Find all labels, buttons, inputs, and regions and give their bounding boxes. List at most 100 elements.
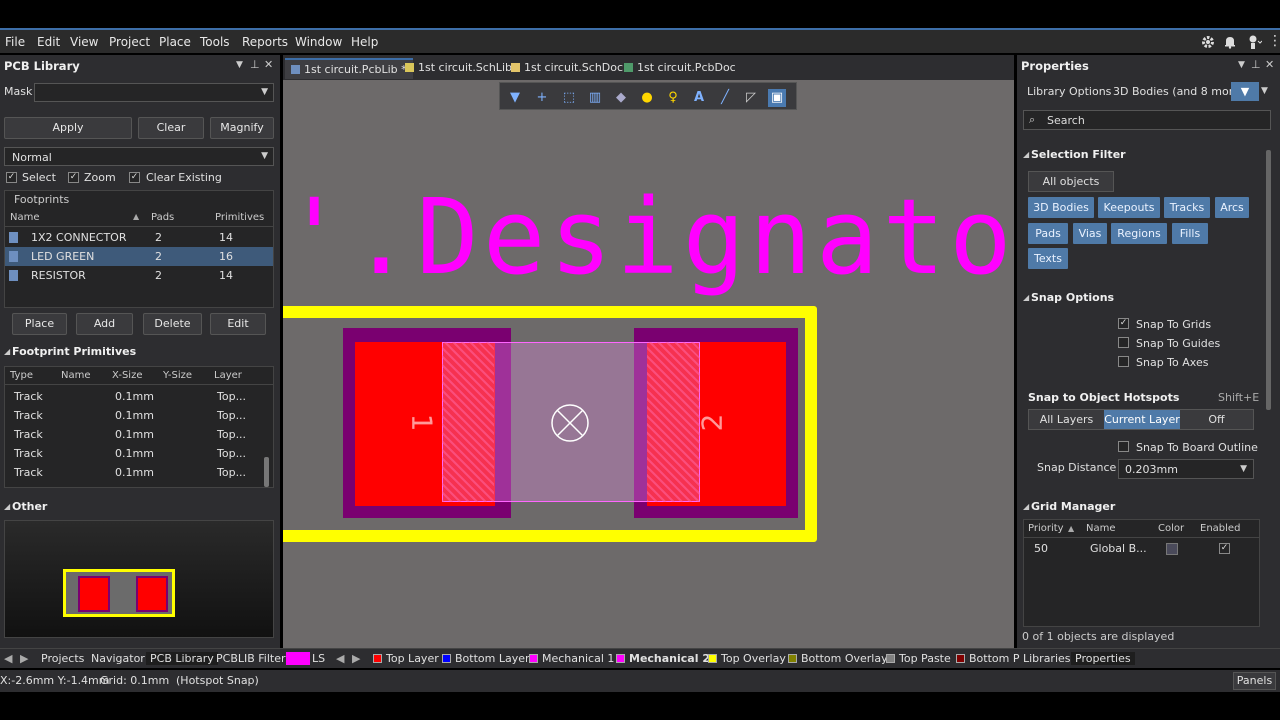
grid-row[interactable]: 50 Global B... ✓ — [1024, 539, 1259, 558]
mode-select[interactable]: Normal ▼ — [4, 147, 274, 166]
col-pads[interactable]: Pads — [151, 212, 174, 223]
menu-reports[interactable]: Reports — [242, 35, 288, 49]
menu-place[interactable]: Place — [159, 35, 191, 49]
menu-edit[interactable]: Edit — [37, 35, 60, 49]
pin-icon[interactable]: ⊥ — [1251, 58, 1261, 71]
tab-projects[interactable]: Projects — [41, 652, 84, 665]
filter-pads[interactable]: Pads — [1028, 223, 1068, 244]
tab-pcb-library[interactable]: PCB Library — [146, 652, 218, 665]
collapse-icon[interactable]: ◢ — [1023, 150, 1029, 159]
pad-icon[interactable]: ● — [638, 89, 656, 107]
col-name[interactable]: Name — [10, 212, 40, 223]
line-icon[interactable]: ╱ — [716, 89, 734, 107]
align-icon[interactable]: ▥ — [586, 89, 604, 107]
track-icon[interactable]: ◆ — [612, 89, 630, 107]
snap-board-outline-checkbox[interactable] — [1118, 441, 1129, 452]
zoom-checkbox[interactable]: ✓ — [68, 172, 79, 183]
filter-3d-bodies[interactable]: 3D Bodies — [1028, 197, 1094, 218]
snap-distance-select[interactable]: 0.203mm ▼ — [1118, 459, 1254, 479]
collapse-icon[interactable]: ◢ — [4, 347, 10, 356]
collapse-icon[interactable]: ◢ — [1023, 293, 1029, 302]
col-y-size[interactable]: Y-Size — [163, 370, 192, 381]
crosshair-icon[interactable]: + — [533, 89, 551, 107]
magnify-button[interactable]: Magnify — [210, 117, 274, 139]
layer-tab-bottom-layer[interactable]: Bottom Layer — [442, 652, 530, 665]
filter-regions[interactable]: Regions — [1111, 223, 1167, 244]
col-type[interactable]: Type — [10, 370, 33, 381]
panel-dropdown-icon[interactable]: ▼ — [1238, 60, 1245, 70]
layer-tab-bottom-paste[interactable]: Bottom P — [956, 652, 1019, 665]
col-enabled[interactable]: Enabled — [1200, 523, 1240, 534]
layer-scroll-right-icon[interactable]: ▶ — [352, 652, 360, 665]
primitive-row[interactable]: Track 0.1mm Top... — [5, 425, 263, 444]
menu-tools[interactable]: Tools — [200, 35, 230, 49]
grid-enabled-checkbox[interactable]: ✓ — [1219, 543, 1230, 554]
pin-icon[interactable]: ⊥ — [250, 58, 260, 71]
pcb-canvas[interactable]: ▼ + ⬚ ▥ ◆ ● ♀ A ╱ ◸ ▣ '.Designator' 1 2 — [283, 80, 1014, 648]
panel-dropdown-icon[interactable]: ▼ — [236, 60, 243, 70]
col-x-size[interactable]: X-Size — [112, 370, 143, 381]
layer-tab-mechanical-1[interactable]: Mechanical 1 — [529, 652, 614, 665]
edit-button[interactable]: Edit — [210, 313, 266, 335]
menu-file[interactable]: File — [5, 35, 25, 49]
menu-project[interactable]: Project — [109, 35, 150, 49]
layer-tab-top-overlay[interactable]: Top Overlay — [708, 652, 786, 665]
tab-schlib[interactable]: 1st circuit.SchLib — [399, 58, 518, 79]
layer-tab-top-paste[interactable]: Top Paste — [886, 652, 951, 665]
menu-more-icon[interactable]: ⋮ — [1268, 33, 1280, 49]
filter-texts[interactable]: Texts — [1028, 248, 1068, 269]
collapse-icon[interactable]: ◢ — [1023, 502, 1029, 511]
grid-color-swatch[interactable] — [1166, 543, 1178, 555]
filter-fills[interactable]: Fills — [1172, 223, 1208, 244]
collapse-icon[interactable]: ◢ — [4, 502, 10, 511]
properties-scrollbar[interactable] — [1266, 150, 1271, 410]
mask-input[interactable]: ▼ — [34, 83, 274, 102]
tab-pcbdoc[interactable]: 1st circuit.PcbDoc — [618, 58, 742, 79]
via-icon[interactable]: ♀ — [664, 89, 682, 107]
select-checkbox[interactable]: ✓ — [6, 172, 17, 183]
user-icon[interactable] — [1246, 34, 1262, 50]
gear-icon[interactable] — [1201, 35, 1215, 49]
primitive-row[interactable]: Track 0.1mm Top... — [5, 406, 263, 425]
layer-set-button[interactable]: LS — [312, 652, 325, 665]
primitive-row[interactable]: Track 0.1mm Top... — [5, 387, 263, 406]
bell-icon[interactable] — [1224, 35, 1236, 49]
search-input[interactable]: ⌕ Search — [1023, 110, 1271, 130]
clear-existing-checkbox[interactable]: ✓ — [129, 172, 140, 183]
layer-tab-bottom-overlay[interactable]: Bottom Overlay — [788, 652, 888, 665]
current-layer-option[interactable]: Current Layer — [1104, 410, 1180, 429]
tab-pcblib-filter[interactable]: PCBLIB Filter — [216, 652, 286, 665]
all-objects-button[interactable]: All objects — [1028, 171, 1114, 192]
menu-help[interactable]: Help — [351, 35, 378, 49]
filter-arcs[interactable]: Arcs — [1215, 197, 1249, 218]
primitive-row[interactable]: Track 0.1mm Top... — [5, 444, 263, 463]
current-layer-swatch[interactable] — [286, 652, 310, 665]
select-rect-icon[interactable]: ⬚ — [560, 89, 578, 107]
filter-vias[interactable]: Vias — [1073, 223, 1107, 244]
tab-pcblib[interactable]: 1st circuit.PcbLib * — [285, 58, 413, 79]
snap-grids-checkbox[interactable]: ✓ — [1118, 318, 1129, 329]
footprint-row[interactable]: RESISTOR 2 14 — [5, 266, 273, 285]
add-button[interactable]: Add — [76, 313, 133, 335]
filter-button[interactable]: ▼ — [1231, 82, 1259, 101]
col-name[interactable]: Name — [1086, 523, 1116, 534]
col-priority[interactable]: Priority — [1028, 523, 1064, 534]
primitive-row[interactable]: Track 0.1mm Top... — [5, 463, 263, 482]
clear-button[interactable]: Clear — [138, 117, 204, 139]
tab-scroll-left-icon[interactable]: ◀ — [4, 652, 12, 665]
layer-tab-mechanical-29[interactable]: Mechanical 29 — [616, 652, 718, 665]
tab-properties[interactable]: Properties — [1071, 652, 1135, 665]
filter-dropdown-icon[interactable]: ▼ — [1261, 86, 1268, 96]
delete-button[interactable]: Delete — [143, 313, 202, 335]
col-color[interactable]: Color — [1158, 523, 1184, 534]
tab-libraries[interactable]: Libraries — [1023, 652, 1071, 665]
off-option[interactable]: Off — [1180, 410, 1253, 429]
snap-axes-checkbox[interactable] — [1118, 356, 1129, 367]
tab-scroll-right-icon[interactable]: ▶ — [20, 652, 28, 665]
filter-icon[interactable]: ▼ — [506, 89, 524, 107]
layer-tab-top-layer[interactable]: Top Layer — [373, 652, 439, 665]
3d-body-icon[interactable]: ▣ — [768, 89, 786, 107]
col-layer[interactable]: Layer — [214, 370, 242, 381]
tab-navigator[interactable]: Navigator — [91, 652, 145, 665]
arc-icon[interactable]: ◸ — [742, 89, 760, 107]
